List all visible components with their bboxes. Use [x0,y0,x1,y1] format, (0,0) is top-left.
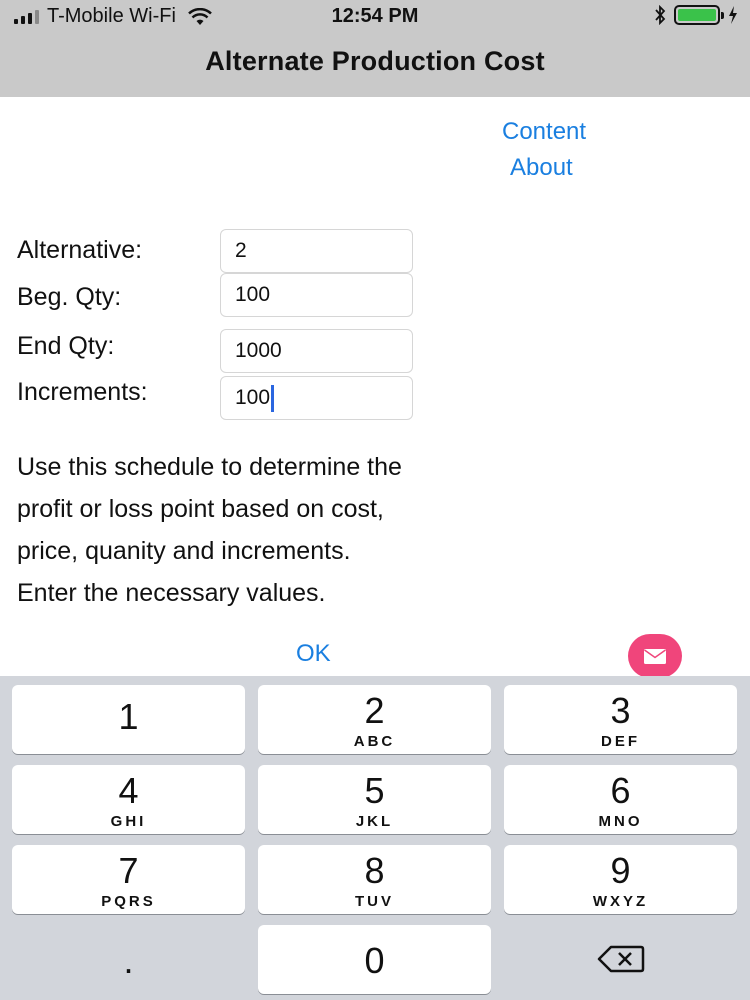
key-letters: WXYZ [592,893,649,910]
key-decimal[interactable]: . [12,925,245,994]
key-digit: 7 [118,850,139,891]
key-4[interactable]: 4 GHI [12,765,245,834]
battery-icon [674,5,724,25]
key-digit: 4 [118,770,139,811]
end-qty-label: End Qty: [17,332,115,360]
beg-qty-value: 100 [235,283,271,306]
key-digit: 0 [364,940,385,981]
about-link[interactable]: About [510,154,573,182]
key-6[interactable]: 6 MNO [504,765,737,834]
instructions-line: Use this schedule to determine the [17,453,402,481]
text-cursor [271,384,275,412]
mail-button[interactable] [628,634,682,678]
key-digit: 5 [364,770,385,811]
key-digit: 6 [610,770,631,811]
key-5[interactable]: 5 JKL [258,765,491,834]
key-2[interactable]: 2 ABC [258,685,491,754]
key-9[interactable]: 9 WXYZ [504,845,737,914]
status-right [654,5,738,25]
key-letters: MNO [598,813,643,830]
instructions-line: profit or loss point based on cost, [17,495,384,523]
key-1[interactable]: 1 [12,685,245,754]
key-letters: ABC [353,733,396,750]
instructions-line: price, quanity and increments. [17,537,351,565]
beg-qty-label: Beg. Qty: [17,283,122,311]
key-letters: PQRS [101,893,156,910]
key-8[interactable]: 8 TUV [258,845,491,914]
increments-input[interactable]: 100 [220,376,413,420]
charging-icon [729,6,737,24]
increments-value: 100 [235,386,271,409]
beg-qty-input[interactable]: 100 [220,273,413,317]
backspace-icon [597,945,644,973]
key-letters: TUV [355,893,394,910]
navigation-bar: T-Mobile Wi-Fi 12:54 PM Alternate Produc… [0,0,750,97]
key-digit: 1 [118,696,139,737]
status-bar: T-Mobile Wi-Fi 12:54 PM [0,0,750,32]
increments-label: Increments: [17,378,148,406]
status-time: 12:54 PM [331,5,419,27]
key-digit: 3 [610,690,631,731]
key-7[interactable]: 7 PQRS [12,845,245,914]
key-0[interactable]: 0 [258,925,491,994]
key-letters: DEF [601,733,640,750]
ok-button[interactable]: OK [296,640,331,668]
alternative-label: Alternative: [17,236,143,264]
key-letters: GHI [110,813,147,830]
key-digit: 2 [364,690,385,731]
key-3[interactable]: 3 DEF [504,685,737,754]
alternative-input[interactable]: 2 [220,229,413,273]
end-qty-value: 1000 [235,339,282,362]
alternative-value: 2 [235,239,247,262]
key-digit: . [123,940,134,981]
key-backspace[interactable] [504,925,737,994]
mail-icon [644,648,666,664]
instructions-text: Use this schedule to determine the profi… [17,446,737,614]
instructions-line: Enter the necessary values. [17,579,326,607]
page-title: Alternate Production Cost [205,46,545,76]
battery-level [678,9,716,21]
bluetooth-icon [655,5,666,25]
key-digit: 9 [610,850,631,891]
key-letters: JKL [355,813,394,830]
numeric-keypad: 1 2 ABC 3 DEF 4 GHI 5 JKL 6 MNO 7 PQRS 8… [0,676,750,1000]
key-digit: 8 [364,850,385,891]
content-link[interactable]: Content [502,118,586,146]
end-qty-input[interactable]: 1000 [220,329,413,373]
